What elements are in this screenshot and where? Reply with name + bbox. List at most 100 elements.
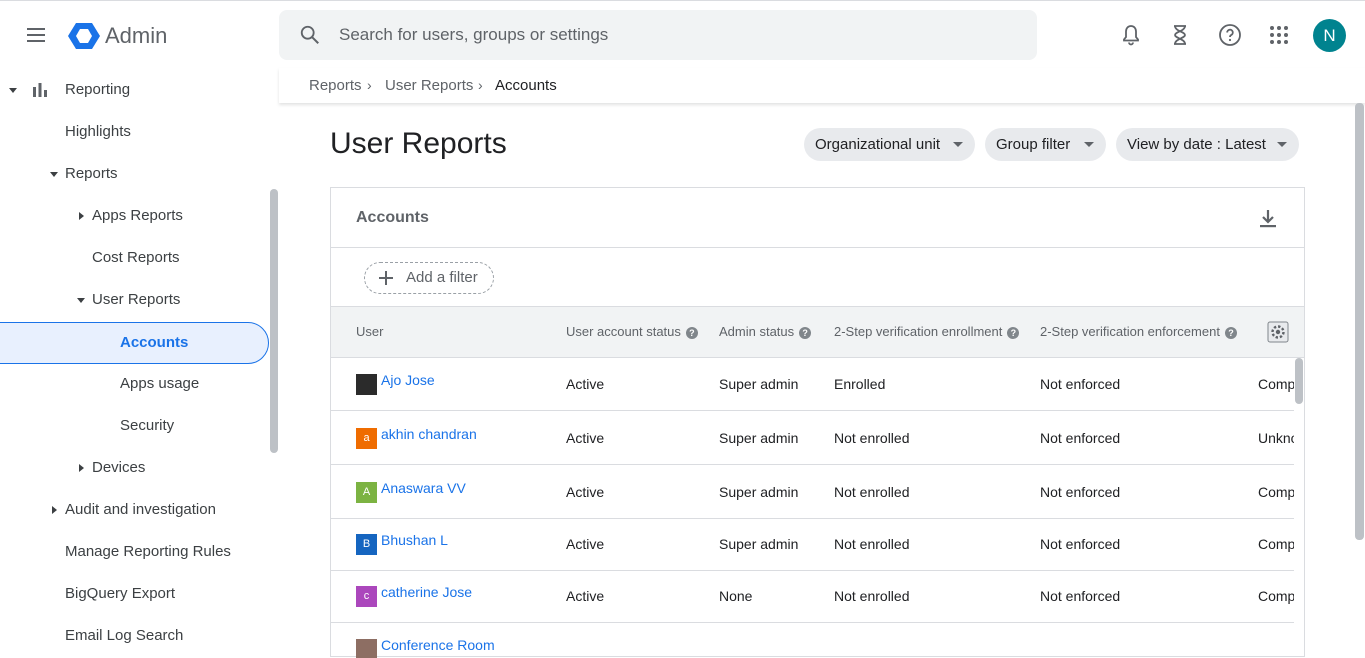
sidebar-nav: Reporting Highlights Reports Apps Report…	[0, 68, 280, 643]
2sv-enforcement: Not enforced	[1040, 430, 1121, 446]
2sv-enrollment: Not enrolled	[834, 430, 910, 446]
account-status: Active	[566, 484, 605, 500]
chevron-right-icon: ›	[367, 77, 372, 93]
table-row[interactable]: Conference Room	[331, 623, 1294, 658]
column-header-admin-status[interactable]: Admin status?	[719, 324, 812, 339]
sidebar-item-reporting[interactable]: Reporting	[65, 69, 130, 111]
dropdown-arrow-icon	[1084, 142, 1094, 147]
user-avatar: B	[356, 534, 377, 555]
table-body: Ajo Jose Active Super admin Enrolled Not…	[331, 358, 1294, 658]
help-icon[interactable]: ?	[685, 327, 698, 339]
help-icon[interactable]: ?	[799, 327, 812, 339]
org-unit-filter-label: Organizational unit	[815, 136, 941, 153]
chevron-right-icon[interactable]	[79, 212, 84, 220]
table-row[interactable]: a akhin chandran Active Super admin Not …	[331, 412, 1294, 465]
clipped-cell: Comp	[1258, 484, 1294, 500]
column-header-user[interactable]: User	[356, 324, 383, 339]
notifications-bell-icon[interactable]	[1119, 23, 1143, 47]
table-row[interactable]: A Anaswara VV Active Super admin Not enr…	[331, 466, 1294, 519]
sidebar-item-label: Accounts	[120, 334, 189, 351]
account-status: Active	[566, 430, 605, 446]
2sv-enforcement: Not enforced	[1040, 588, 1121, 604]
sidebar-item-apps-reports[interactable]: Apps Reports	[92, 195, 183, 237]
chevron-down-icon[interactable]	[50, 172, 58, 177]
sidebar-item-cost-reports[interactable]: Cost Reports	[92, 237, 180, 279]
add-filter-label: Add a filter	[406, 269, 478, 286]
chevron-right-icon: ›	[478, 77, 483, 93]
hourglass-icon[interactable]	[1168, 23, 1192, 47]
sidebar-item-highlights[interactable]: Highlights	[65, 111, 131, 153]
table-row[interactable]: Ajo Jose Active Super admin Enrolled Not…	[331, 358, 1294, 411]
chevron-down-icon[interactable]	[77, 298, 85, 303]
clipped-cell: Comp	[1258, 376, 1294, 392]
column-header-2sv-enrollment[interactable]: 2-Step verification enrollment?	[834, 324, 1020, 339]
org-unit-filter[interactable]: Organizational unit	[804, 128, 975, 161]
2sv-enrollment: Not enrolled	[834, 588, 910, 604]
user-link[interactable]: Anaswara VV	[381, 480, 466, 496]
breadcrumb-accounts: Accounts	[495, 77, 557, 94]
date-filter[interactable]: View by date : Latest	[1116, 128, 1299, 161]
search-bar[interactable]	[279, 10, 1037, 60]
admin-status: Super admin	[719, 376, 799, 392]
page-title: User Reports	[330, 127, 507, 160]
account-status: Active	[566, 376, 605, 392]
sidebar-item-email-log[interactable]: Email Log Search	[65, 615, 183, 643]
sidebar-item-security[interactable]: Security	[120, 405, 174, 447]
2sv-enrollment: Not enrolled	[834, 536, 910, 552]
search-input[interactable]	[339, 10, 1019, 60]
main-scrollbar[interactable]	[1355, 103, 1364, 540]
chevron-right-icon[interactable]	[79, 464, 84, 472]
sidebar-item-reports[interactable]: Reports	[65, 153, 118, 195]
help-icon[interactable]: ?	[1007, 327, 1020, 339]
user-link[interactable]: akhin chandran	[381, 426, 477, 442]
dropdown-arrow-icon	[1277, 142, 1287, 147]
help-icon[interactable]	[1218, 23, 1242, 47]
column-label: User	[356, 324, 384, 339]
user-avatar: A	[356, 482, 377, 503]
breadcrumb-reports[interactable]: Reports	[309, 77, 362, 94]
user-link[interactable]: Conference Room	[381, 637, 495, 653]
sidebar-scrollbar[interactable]	[270, 189, 278, 453]
add-filter-button[interactable]: Add a filter	[364, 262, 494, 294]
admin-status: Super admin	[719, 484, 799, 500]
table-scrollbar[interactable]	[1295, 358, 1303, 404]
sidebar-item-user-reports[interactable]: User Reports	[92, 279, 180, 321]
user-link[interactable]: catherine Jose	[381, 584, 472, 600]
app-name[interactable]: Admin	[105, 23, 167, 49]
dropdown-arrow-icon	[953, 142, 963, 147]
chevron-right-icon[interactable]	[52, 506, 57, 514]
user-link[interactable]: Ajo Jose	[381, 372, 435, 388]
account-status: Active	[566, 588, 605, 604]
column-header-2sv-enforcement[interactable]: 2-Step verification enforcement?	[1040, 324, 1237, 339]
breadcrumb-user-reports[interactable]: User Reports	[385, 77, 473, 94]
download-icon[interactable]	[1257, 207, 1279, 229]
sidebar-item-devices[interactable]: Devices	[92, 447, 145, 489]
sidebar-item-accounts[interactable]: Accounts	[0, 322, 269, 364]
accounts-card: Accounts Add a filter User User account …	[330, 187, 1305, 658]
help-icon[interactable]: ?	[1224, 327, 1237, 339]
table-header: User User account status? Admin status? …	[331, 306, 1304, 358]
main-menu-icon[interactable]	[24, 22, 50, 48]
apps-grid-icon[interactable]	[1267, 23, 1291, 47]
column-label: User account status	[566, 324, 681, 339]
settings-gear-icon[interactable]	[1267, 321, 1289, 343]
sidebar-item-manage-rules[interactable]: Manage Reporting Rules	[65, 531, 231, 573]
group-filter[interactable]: Group filter	[985, 128, 1106, 161]
admin-logo-icon[interactable]	[68, 21, 100, 51]
user-link[interactable]: Bhushan L	[381, 532, 448, 548]
admin-status: Super admin	[719, 536, 799, 552]
admin-status: Super admin	[719, 430, 799, 446]
2sv-enforcement: Not enforced	[1040, 536, 1121, 552]
table-row[interactable]: c catherine Jose Active None Not enrolle…	[331, 570, 1294, 623]
clipped-cell: Comp	[1258, 588, 1294, 604]
account-status: Active	[566, 536, 605, 552]
user-avatar: c	[356, 586, 377, 607]
search-icon[interactable]	[299, 24, 321, 46]
sidebar-item-bigquery[interactable]: BigQuery Export	[65, 573, 175, 615]
sidebar-item-audit[interactable]: Audit and investigation	[65, 489, 216, 531]
table-row[interactable]: B Bhushan L Active Super admin Not enrol…	[331, 518, 1294, 571]
sidebar-item-apps-usage[interactable]: Apps usage	[120, 363, 199, 405]
account-avatar[interactable]: N	[1313, 19, 1346, 52]
column-header-account-status[interactable]: User account status?	[566, 324, 698, 339]
chevron-down-icon[interactable]	[9, 88, 17, 93]
